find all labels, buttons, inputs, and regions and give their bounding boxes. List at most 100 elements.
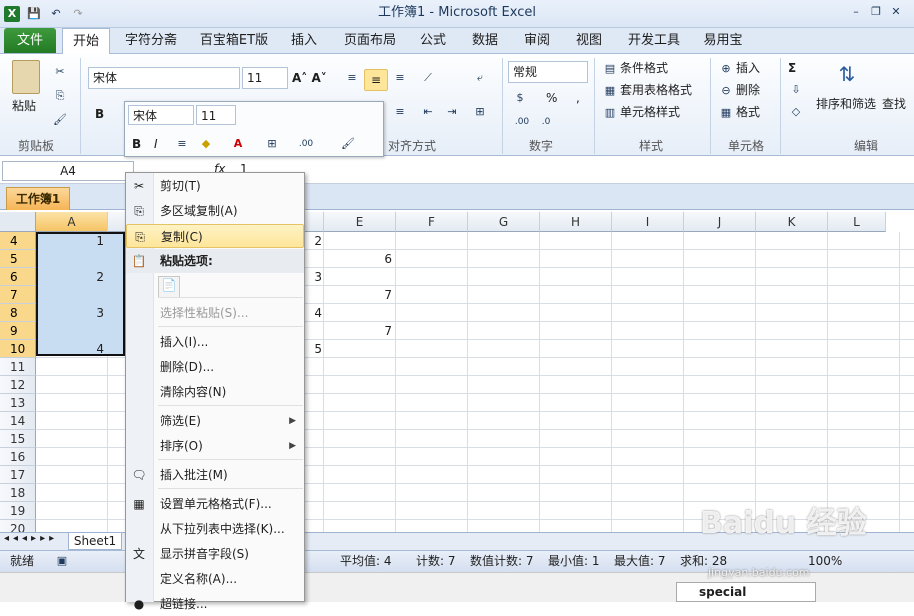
mini-font-size[interactable]: 11 — [196, 105, 236, 125]
column-header[interactable]: G — [468, 212, 540, 232]
column-header[interactable]: A — [36, 212, 108, 232]
tab-view[interactable]: 视图 — [570, 28, 608, 54]
comma-button[interactable]: , — [576, 88, 586, 108]
sheet-nav-icon[interactable]: ◂◂◂▸▸▸ — [4, 533, 58, 544]
number-format-combo[interactable]: 常规 — [508, 61, 588, 83]
row-header[interactable]: 12 — [0, 376, 36, 394]
border-icon[interactable]: ⊞ — [264, 136, 280, 152]
tab-formulas[interactable]: 公式 — [414, 28, 452, 54]
context-menu-item[interactable]: 选择性粘贴(S)... — [126, 301, 304, 325]
mini-italic-button[interactable]: I — [154, 134, 164, 154]
tab-developer[interactable]: 开发工具 — [622, 28, 686, 54]
row-header[interactable]: 13 — [0, 394, 36, 412]
align-bottom-icon[interactable]: ≡ — [392, 70, 408, 86]
align-middle-icon[interactable]: ≡ — [364, 69, 388, 91]
macro-record-icon[interactable]: ▣ — [54, 553, 70, 569]
orientation-icon[interactable]: ⟋ — [420, 70, 436, 86]
tab-review[interactable]: 审阅 — [518, 28, 556, 54]
column-header[interactable]: L — [828, 212, 886, 232]
row-header[interactable]: 18 — [0, 484, 36, 502]
mini-center-icon[interactable]: ≡ — [174, 136, 190, 152]
tab-page-layout[interactable]: 页面布局 — [338, 28, 402, 54]
fill-icon[interactable]: ⇩ — [788, 82, 804, 98]
delete-cells-icon[interactable]: ⊖ — [718, 83, 734, 99]
cell-style-button[interactable]: 单元格样式 — [620, 102, 700, 122]
context-menu-item[interactable]: 📄 — [126, 272, 304, 300]
insert-cells-button[interactable]: 插入 — [736, 58, 776, 78]
paste-icon[interactable] — [12, 60, 40, 94]
context-menu-item[interactable]: 删除(D)... — [126, 355, 304, 379]
context-menu-item[interactable]: ✂ 剪切(T) — [126, 174, 304, 198]
cut-icon[interactable]: ✂ — [52, 64, 68, 80]
excel-app-icon[interactable]: X — [4, 6, 20, 22]
bold-button[interactable]: B — [95, 104, 109, 124]
column-header[interactable]: F — [396, 212, 468, 232]
mini-format-painter-icon[interactable]: 🖌 — [340, 136, 356, 152]
zoom-level[interactable]: 100% — [808, 550, 842, 572]
tab-file[interactable]: 文件 — [4, 28, 56, 53]
format-cells-icon[interactable]: ▦ — [718, 105, 734, 121]
context-menu-item[interactable]: ▦ 设置单元格格式(F)... — [126, 492, 304, 516]
row-header[interactable]: 7 — [0, 286, 36, 304]
insert-cells-icon[interactable]: ⊕ — [718, 61, 734, 77]
column-header[interactable]: K — [756, 212, 828, 232]
decrease-indent-icon[interactable]: ⇤ — [420, 104, 436, 120]
tab-insert[interactable]: 插入 — [284, 28, 324, 54]
table-format-icon[interactable]: ▦ — [602, 83, 618, 99]
row-header[interactable]: 8 — [0, 304, 36, 322]
redo-icon[interactable]: ↷ — [70, 6, 86, 22]
percent-button[interactable]: % — [546, 88, 560, 108]
cell-d4[interactable]: 2 — [308, 232, 322, 250]
currency-icon[interactable]: $ — [512, 90, 528, 106]
row-header[interactable]: 16 — [0, 448, 36, 466]
row-header[interactable]: 5 — [0, 250, 36, 268]
copy-icon[interactable]: ⎘ — [52, 88, 68, 104]
context-menu-item[interactable]: 筛选(E) ▶ — [126, 409, 304, 433]
font-color-icon[interactable]: A — [230, 136, 246, 152]
align-top-icon[interactable]: ≡ — [344, 70, 360, 86]
row-header[interactable]: 19 — [0, 502, 36, 520]
mini-bold-button[interactable]: B — [132, 134, 144, 154]
special-dropdown[interactable]: special — [676, 582, 816, 602]
context-menu-item[interactable]: ⎘ 复制(C) — [126, 224, 304, 248]
restore-icon[interactable]: ❐ — [868, 4, 884, 20]
cell-a8[interactable]: 3 — [36, 304, 104, 322]
tab-baibao[interactable]: 百宝箱ET版 — [196, 28, 272, 54]
context-menu-item[interactable]: 插入(I)... — [126, 330, 304, 354]
row-header[interactable]: 9 — [0, 322, 36, 340]
cell-e9[interactable]: 7 — [324, 322, 392, 340]
fill-color-icon[interactable]: ◆ — [198, 136, 214, 152]
context-menu-item[interactable]: ● 超链接... — [126, 592, 304, 616]
context-menu-item[interactable]: 🗨 插入批注(M) — [126, 463, 304, 487]
context-menu-item[interactable]: ⎘ 多区域复制(A) — [126, 199, 304, 223]
column-header[interactable]: H — [540, 212, 612, 232]
clear-icon[interactable]: ◇ — [788, 104, 804, 120]
context-menu-item[interactable]: 从下拉列表中选择(K)... — [126, 517, 304, 541]
grow-shrink-font-icon[interactable]: A˄ A˅ — [292, 68, 328, 88]
context-menu-item[interactable]: 排序(O) ▶ — [126, 434, 304, 458]
select-all-corner[interactable] — [0, 212, 36, 232]
row-header[interactable]: 11 — [0, 358, 36, 376]
paste-button[interactable]: 粘贴 — [12, 96, 42, 116]
workbook-tab[interactable]: 工作簿1 — [6, 187, 70, 210]
font-size-combo[interactable]: 11 — [242, 67, 288, 89]
format-cells-button[interactable]: 格式 — [736, 102, 776, 122]
sort-filter-icon[interactable]: ⇅ — [832, 62, 862, 92]
decrease-decimal-icon[interactable]: .0 — [536, 114, 556, 130]
cell-d8[interactable]: 4 — [308, 304, 322, 322]
sort-filter-button[interactable]: 排序和筛选 — [816, 94, 880, 114]
increase-indent-icon[interactable]: ⇥ — [444, 104, 460, 120]
tab-home[interactable]: 开始 — [62, 28, 110, 55]
merge-center-icon[interactable]: ⊞ — [472, 104, 488, 120]
column-header[interactable]: J — [684, 212, 756, 232]
column-header[interactable]: E — [324, 212, 396, 232]
sheet-tab[interactable]: Sheet1 — [68, 533, 122, 550]
cell-d6[interactable]: 3 — [308, 268, 322, 286]
row-header[interactable]: 15 — [0, 430, 36, 448]
row-header[interactable]: 10 — [0, 340, 36, 358]
save-icon[interactable]: 💾 — [26, 6, 42, 22]
context-menu-item[interactable]: 文 显示拼音字段(S) — [126, 542, 304, 566]
undo-icon[interactable]: ↶ — [48, 6, 64, 22]
cell-e7[interactable]: 7 — [324, 286, 392, 304]
conditional-format-icon[interactable]: ▤ — [602, 61, 618, 77]
